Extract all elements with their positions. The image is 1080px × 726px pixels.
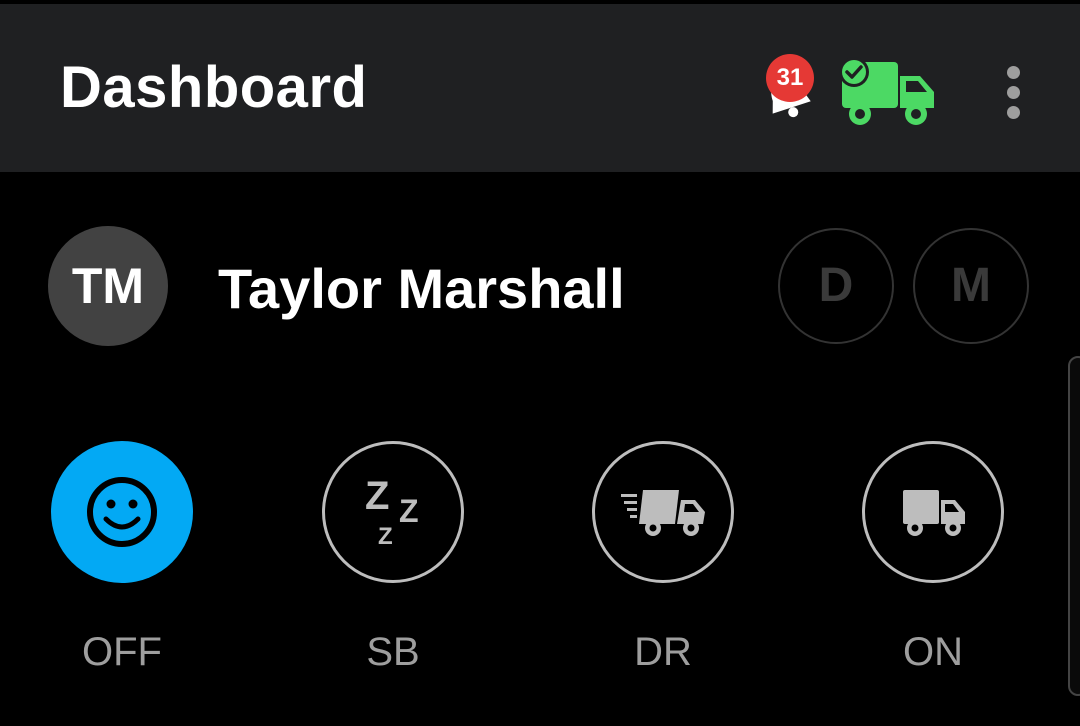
notifications-button[interactable]: 31 bbox=[758, 54, 822, 124]
status-label-dr: DR bbox=[634, 630, 692, 674]
mode-button-d[interactable]: D bbox=[778, 228, 894, 344]
notification-badge: 31 bbox=[766, 54, 814, 102]
status-label-off: OFF bbox=[82, 630, 162, 674]
app-bar: Dashboard 31 bbox=[0, 0, 1080, 172]
svg-text:Z: Z bbox=[399, 493, 419, 529]
sleep-icon: Z Z Z bbox=[365, 474, 419, 550]
smiley-icon bbox=[87, 477, 157, 547]
svg-text:Z: Z bbox=[365, 474, 389, 518]
driver-name: Taylor Marshall bbox=[218, 257, 625, 320]
more-vert-icon[interactable] bbox=[996, 64, 1032, 124]
status-label-sb: SB bbox=[366, 630, 420, 674]
avatar[interactable]: TM bbox=[48, 226, 168, 346]
scrollbar[interactable] bbox=[1068, 356, 1080, 696]
status-label-on: ON bbox=[903, 630, 963, 674]
status-button-on[interactable] bbox=[862, 441, 1004, 583]
svg-text:Z: Z bbox=[378, 523, 393, 550]
truck-icon bbox=[903, 490, 965, 536]
mode-button-m[interactable]: M bbox=[913, 228, 1029, 344]
driving-truck-icon bbox=[621, 490, 705, 536]
page-title: Dashboard bbox=[60, 55, 368, 120]
status-button-sb[interactable]: Z Z Z bbox=[322, 441, 464, 583]
truck-check-icon[interactable] bbox=[836, 56, 938, 130]
status-button-dr[interactable] bbox=[592, 441, 734, 583]
status-button-off[interactable] bbox=[51, 441, 193, 583]
